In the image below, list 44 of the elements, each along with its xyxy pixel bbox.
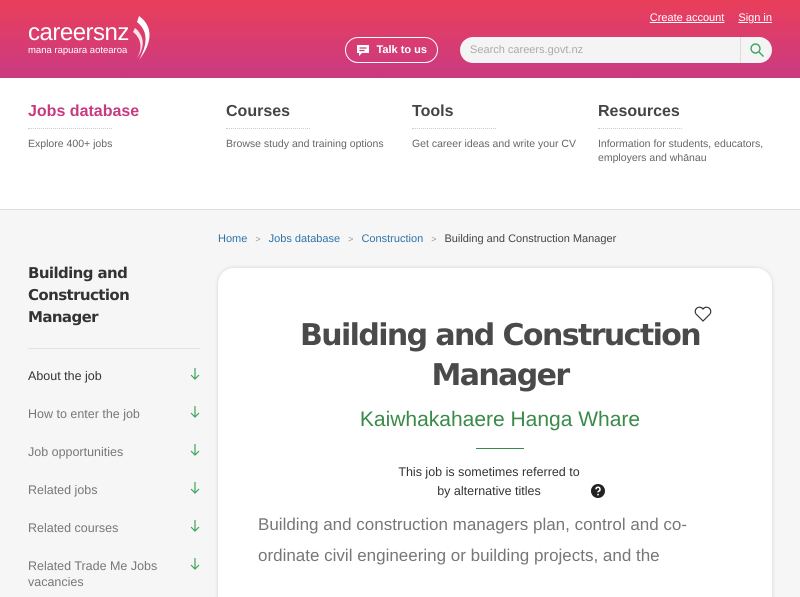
nav-description: Explore 400+ jobs	[28, 137, 114, 151]
help-icon[interactable]	[591, 484, 605, 498]
sidebar-item[interactable]: Related Trade Me Jobs vacancies	[28, 556, 200, 594]
header-link[interactable]: Create account	[650, 12, 724, 24]
sidebar-item[interactable]: Related courses	[28, 518, 200, 556]
down-arrow-icon	[190, 482, 200, 494]
down-arrow-icon	[190, 444, 200, 456]
sidebar-item[interactable]: About the job	[28, 366, 200, 404]
sidebar-title: Building and Construction Manager	[28, 262, 200, 349]
breadcrumb-separator: >	[348, 234, 354, 244]
breadcrumb-link[interactable]: Jobs database	[268, 233, 340, 245]
down-arrow-icon	[190, 520, 200, 532]
search-button[interactable]	[740, 37, 772, 63]
nav-description: Get career ideas and write your CV	[412, 137, 577, 151]
nav-link[interactable]: Courses	[226, 102, 290, 122]
search-field[interactable]: Search careers.govt.nz	[460, 37, 740, 63]
nav-description: Information for students, educators, employers and whānau	[598, 137, 764, 165]
sidebar-item[interactable]: How to enter the job	[28, 404, 200, 442]
breadcrumb-separator: >	[255, 234, 261, 244]
logo-name[interactable]: careersnz	[28, 20, 129, 44]
nav-link[interactable]: Resources	[598, 102, 680, 122]
sidebar-item[interactable]: Job opportunities	[28, 442, 200, 480]
breadcrumb-separator: >	[431, 234, 436, 244]
breadcrumb-link[interactable]: Construction	[361, 233, 424, 245]
chat-icon	[356, 44, 370, 56]
favourite-button[interactable]	[694, 306, 712, 322]
nav-description: Browse study and training options	[226, 137, 385, 151]
logo-tagline: mana rapuara aotearoa	[28, 44, 128, 56]
down-arrow-icon	[190, 406, 200, 418]
down-arrow-icon	[190, 368, 200, 380]
job-title: Building and Construction Manager	[298, 317, 702, 395]
search-icon	[750, 43, 764, 57]
heart-icon	[694, 306, 712, 322]
breadcrumb-link[interactable]: Home	[218, 233, 248, 245]
nav-link[interactable]: Tools	[412, 102, 454, 122]
alternative-titles-note: This job is sometimes referred to by alternative titles	[397, 464, 581, 500]
talk-to-us-button[interactable]: Talk to us	[345, 37, 438, 63]
maori-title: Kaiwhakahaere Hanga Whare	[360, 408, 640, 432]
breadcrumb-current: Building and Construction Manager	[444, 233, 616, 245]
header-link[interactable]: Sign in	[738, 12, 772, 24]
nav-link[interactable]: Jobs database	[28, 102, 140, 122]
job-description: Building and construction managers plan, control and co-ordinate civil engineering or building projects, and the	[258, 514, 688, 567]
down-arrow-icon	[190, 558, 200, 570]
sidebar-item[interactable]: Related jobs	[28, 480, 200, 518]
